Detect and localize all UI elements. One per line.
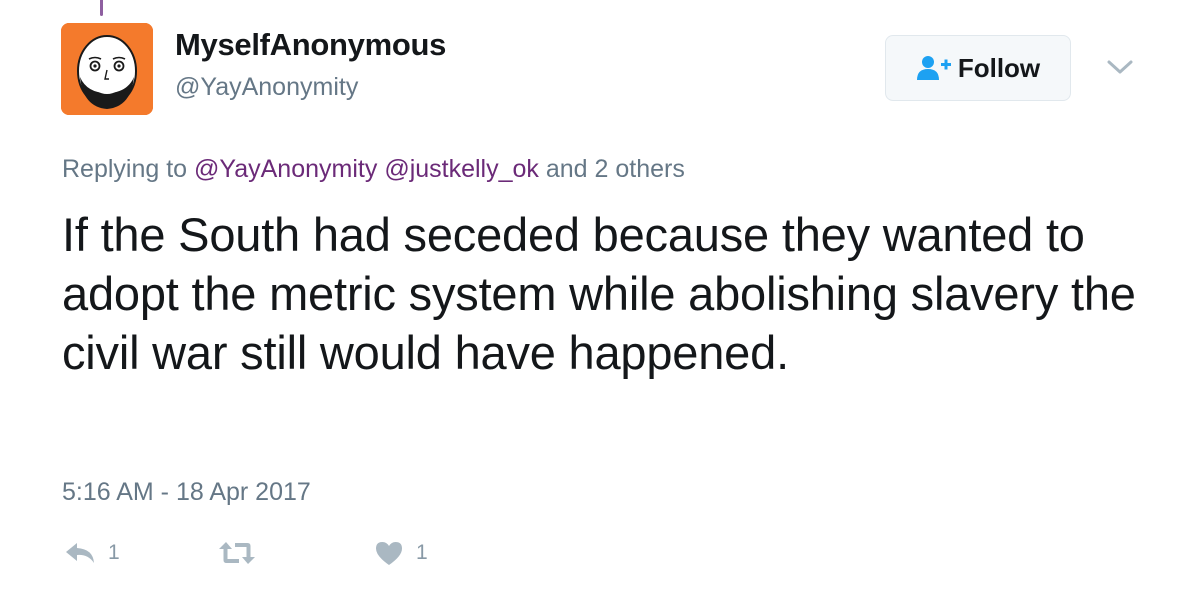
heart-icon <box>376 542 402 565</box>
reply-button[interactable]: 1 <box>64 535 120 571</box>
user-handle[interactable]: @YayAnonymity <box>175 73 358 102</box>
follow-button[interactable]: Follow <box>885 35 1071 101</box>
reply-count: 1 <box>108 541 120 564</box>
reply-icon <box>66 543 94 563</box>
bald-bearded-face-avatar-icon <box>61 23 153 115</box>
avatar[interactable] <box>61 23 153 115</box>
like-button[interactable]: 1 <box>374 535 428 571</box>
reply-context-prefix: Replying to <box>62 155 188 183</box>
follow-user-icon <box>916 56 951 80</box>
reply-context: Replying to @YayAnonymity @justkelly_ok … <box>62 155 685 184</box>
thread-connector-line <box>100 0 103 16</box>
like-count: 1 <box>416 541 428 564</box>
retweet-icon <box>219 542 255 564</box>
chevron-down-icon <box>1107 60 1133 74</box>
follow-button-label: Follow <box>957 52 1041 83</box>
reply-context-suffix[interactable]: and 2 others <box>546 155 685 183</box>
tweet-timestamp[interactable]: 5:16 AM - 18 Apr 2017 <box>62 478 311 507</box>
tweet-text: If the South had seceded because they wa… <box>62 208 1136 379</box>
reply-mention-link[interactable]: @YayAnonymity <box>194 155 377 183</box>
user-display-name[interactable]: MyselfAnonymous <box>175 27 446 63</box>
retweet-button[interactable] <box>217 535 269 571</box>
reply-mention-link[interactable]: @justkelly_ok <box>384 155 539 183</box>
more-options-button[interactable] <box>1104 57 1136 77</box>
